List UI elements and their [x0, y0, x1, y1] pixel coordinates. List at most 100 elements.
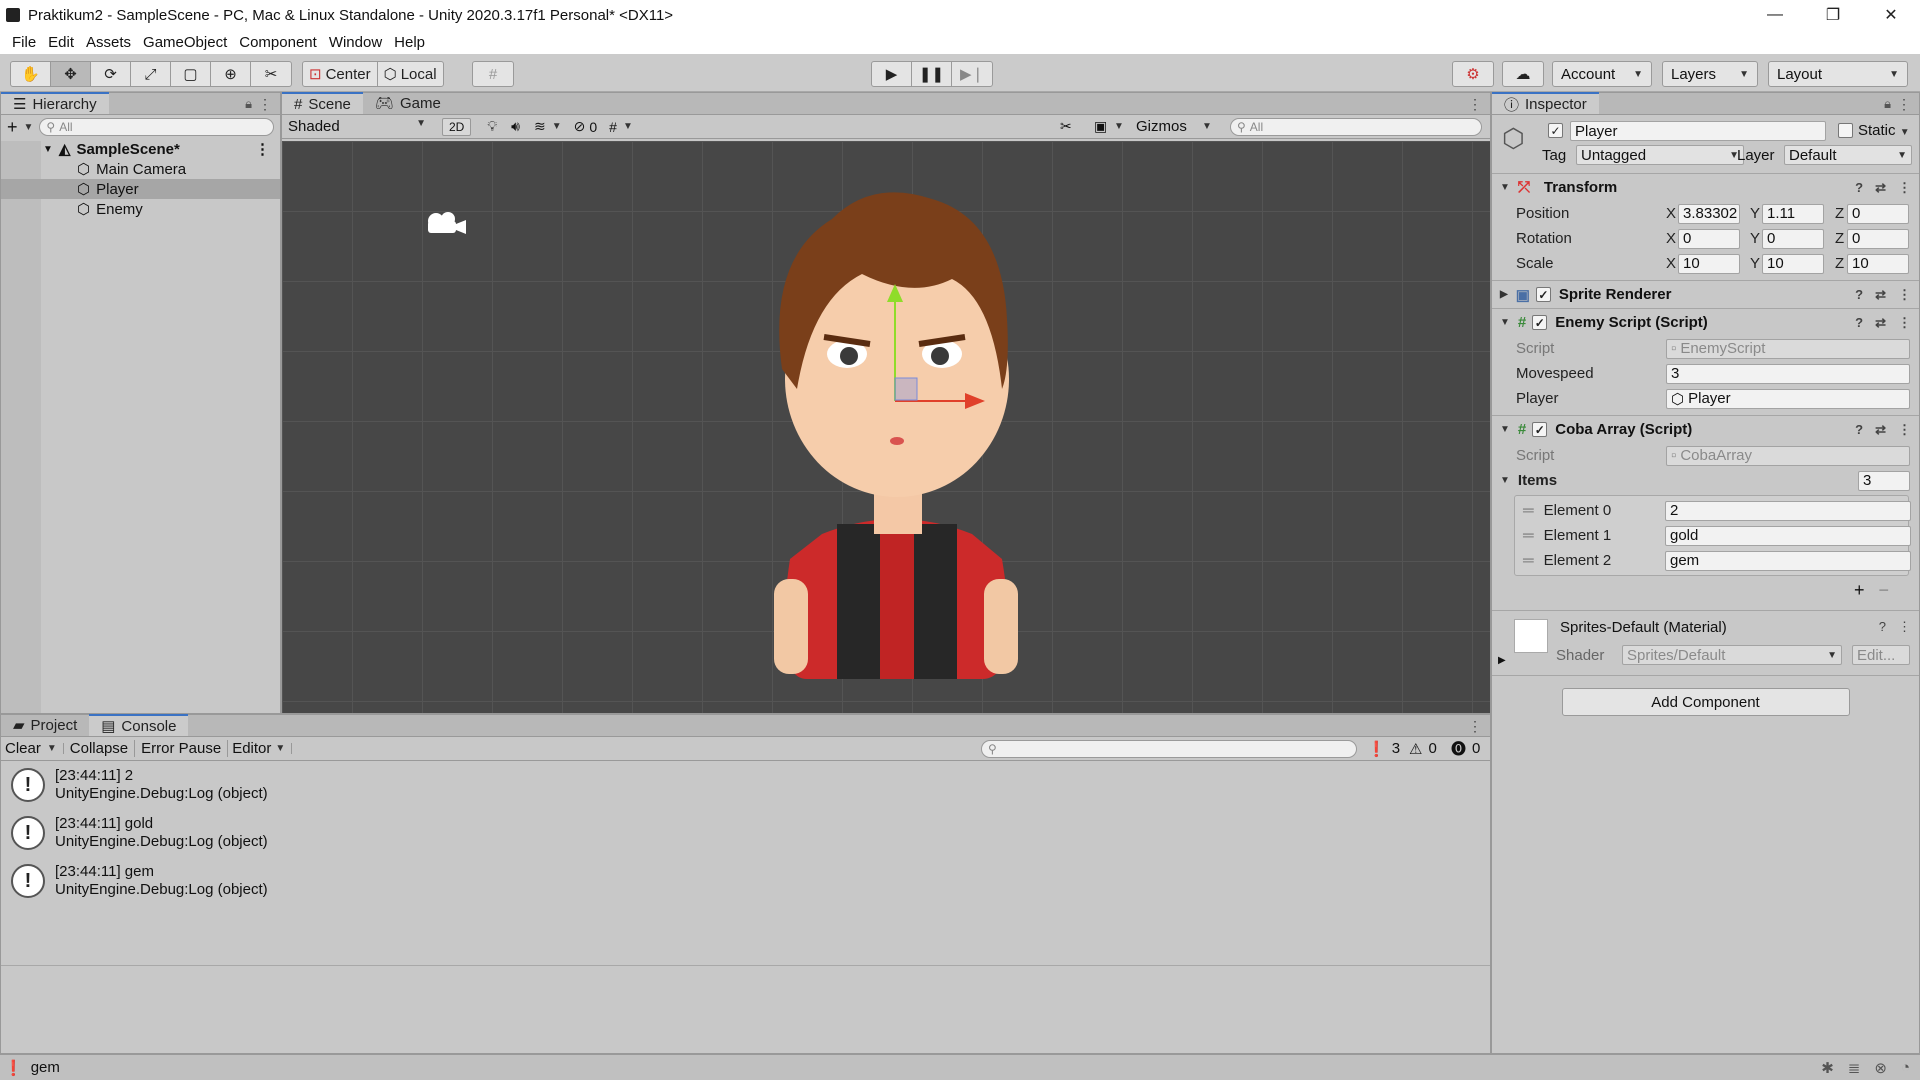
play-button[interactable]: ▶ — [872, 62, 912, 86]
enemy-script-enabled-checkbox[interactable]: ✓ — [1532, 315, 1548, 330]
coba-array-header[interactable]: ▼ # ✓ Coba Array (Script) ? ⇄ ⋮ — [1492, 415, 1919, 443]
expand-arrow-icon[interactable]: ▼ — [1500, 182, 1510, 193]
enemy-script-header[interactable]: ▼ # ✓ Enemy Script (Script) ? ⇄ ⋮ — [1492, 308, 1919, 336]
coba-array-enabled-checkbox[interactable]: ✓ — [1532, 422, 1548, 437]
kebab-menu-icon[interactable]: ⋮ — [1468, 96, 1482, 113]
chevron-down-icon[interactable]: ▼ — [623, 121, 633, 132]
clear-button[interactable]: Clear — [1, 740, 45, 757]
rotation-x-field[interactable]: 0 — [1678, 228, 1740, 249]
collapse-toggle[interactable]: Collapse — [64, 740, 136, 757]
hierarchy-scene-row[interactable]: ▼ ◭ SampleScene* ⋮ — [1, 139, 280, 159]
kebab-menu-icon[interactable]: ⋮ — [1897, 96, 1911, 113]
chevron-down-icon[interactable]: ▼ — [1114, 121, 1124, 132]
hierarchy-item-main-camera[interactable]: ⬡ Main Camera — [1, 159, 280, 179]
rect-tool-icon[interactable]: ▢ — [171, 62, 211, 86]
help-icon[interactable]: ? — [1879, 619, 1886, 635]
rotation-z-field[interactable]: 0 — [1847, 228, 1909, 249]
pause-button[interactable]: ❚❚ — [912, 62, 952, 86]
log-entry[interactable]: ! [23:44:11] gold UnityEngine.Debug:Log (… — [1, 809, 1490, 857]
kebab-menu-icon[interactable]: ⋮ — [1898, 315, 1911, 331]
tab-inspector[interactable]: ⓘ Inspector — [1492, 92, 1599, 114]
menu-edit[interactable]: Edit — [42, 34, 80, 51]
drag-handle-icon[interactable]: ═ — [1523, 552, 1534, 569]
move-tool-icon[interactable]: ✥ — [51, 62, 91, 86]
lock-icon[interactable]: 🔒︎ — [245, 96, 252, 112]
transform-header[interactable]: ▼ ⤱ Transform ? ⇄ ⋮ — [1492, 173, 1919, 201]
movespeed-field[interactable]: 3 — [1666, 363, 1910, 384]
menu-help[interactable]: Help — [388, 34, 431, 51]
tab-project[interactable]: ▰ Project — [1, 714, 89, 736]
camera-icon[interactable]: ▣ — [1094, 118, 1107, 135]
move-gizmo[interactable] — [867, 276, 997, 436]
help-icon[interactable]: ? — [1855, 422, 1863, 438]
kebab-menu-icon[interactable]: ⋮ — [1898, 422, 1911, 438]
console-search-input[interactable]: ⚲ — [981, 739, 1357, 758]
kebab-menu-icon[interactable]: ⋮ — [1468, 718, 1482, 735]
chevron-down-icon[interactable]: ▼ — [45, 743, 64, 754]
expand-arrow-icon[interactable]: ▼ — [43, 144, 53, 155]
static-dropdown[interactable]: Static ▼ — [1858, 122, 1910, 139]
static-checkbox[interactable] — [1838, 123, 1853, 138]
kebab-menu-icon[interactable]: ⋮ — [1898, 180, 1911, 196]
error-pause-toggle[interactable]: Error Pause — [135, 740, 229, 757]
menu-file[interactable]: File — [6, 34, 42, 51]
transform-tool-icon[interactable]: ⊕ — [211, 62, 251, 86]
layer-dropdown[interactable]: Default ▼ — [1784, 145, 1912, 165]
help-icon[interactable]: ? — [1855, 315, 1863, 331]
chevron-down-icon[interactable]: ▼ — [275, 743, 293, 754]
preset-icon[interactable]: ⇄ — [1875, 180, 1886, 196]
player-ref-field[interactable]: ⬡ Player — [1666, 388, 1910, 409]
console-detail-divider[interactable] — [1, 965, 1490, 966]
collapse-arrow-icon[interactable]: ▶ — [1500, 289, 1508, 300]
hierarchy-search-input[interactable]: ⚲ All — [39, 118, 274, 136]
gizmos-button[interactable]: Gizmos — [1136, 118, 1187, 135]
menu-gameobject[interactable]: GameObject — [137, 34, 233, 51]
network-icon[interactable]: ⊗ — [1874, 1059, 1887, 1077]
lighting-icon[interactable]: 💡︎ — [487, 118, 497, 135]
scale-y-field[interactable]: 10 — [1762, 253, 1824, 274]
grid-toggle-icon[interactable]: # — [609, 119, 617, 135]
menu-assets[interactable]: Assets — [80, 34, 137, 51]
preset-icon[interactable]: ⇄ — [1875, 422, 1886, 438]
log-entry[interactable]: ! [23:44:11] gem UnityEngine.Debug:Log (o… — [1, 857, 1490, 905]
hierarchy-item-enemy[interactable]: ⬡ Enemy — [1, 199, 280, 219]
hand-tool-icon[interactable]: ✋ — [11, 62, 51, 86]
pivot-center-button[interactable]: ⊡ Center — [303, 62, 378, 86]
scene-viewport[interactable] — [282, 141, 1490, 713]
layers-dropdown[interactable]: Layers ▼ — [1662, 61, 1758, 87]
kebab-menu-icon[interactable]: ⋮ — [1898, 287, 1911, 303]
tab-console[interactable]: ▤ Console — [89, 714, 189, 736]
expand-arrow-icon[interactable]: ▼ — [1500, 475, 1510, 486]
preset-icon[interactable]: ⇄ — [1875, 315, 1886, 331]
step-button[interactable]: ▶❘ — [952, 62, 992, 86]
log-filter-toggle[interactable]: ❗ 3 — [1367, 740, 1400, 758]
scene-search-input[interactable]: ⚲ All — [1230, 117, 1482, 136]
active-checkbox[interactable]: ✓ — [1548, 123, 1563, 138]
position-y-field[interactable]: 1.11 — [1762, 203, 1824, 224]
drag-handle-icon[interactable]: ═ — [1523, 502, 1534, 519]
chevron-down-icon[interactable]: ▼ — [1202, 121, 1212, 132]
layout-dropdown[interactable]: Layout ▼ — [1768, 61, 1908, 87]
chevron-down-icon[interactable]: ▼ — [24, 122, 34, 133]
pivot-local-button[interactable]: ⬡ Local — [378, 62, 443, 86]
log-entry[interactable]: ! [23:44:11] 2 UnityEngine.Debug:Log (obj… — [1, 761, 1490, 809]
menu-window[interactable]: Window — [323, 34, 388, 51]
camera-gizmo-icon[interactable] — [422, 207, 468, 239]
hierarchy-item-player[interactable]: ⬡ Player — [1, 179, 280, 199]
close-button[interactable]: ✕ — [1862, 0, 1920, 30]
scale-tool-icon[interactable]: ⤢ — [131, 62, 171, 86]
effects-icon[interactable]: ≋ — [534, 118, 546, 135]
stack-icon[interactable]: ≣ — [1848, 1059, 1861, 1077]
element-0-field[interactable]: 2 — [1665, 500, 1911, 521]
collapse-arrow-icon[interactable]: ▶ — [1498, 655, 1506, 666]
audio-icon[interactable]: 🔊︎ — [511, 118, 520, 135]
editor-dropdown[interactable]: Editor — [228, 740, 275, 757]
collab-icon[interactable]: ⚙ — [1453, 62, 1493, 86]
tab-scene[interactable]: # Scene — [282, 92, 363, 114]
toggle-2d-button[interactable]: 2D — [442, 117, 472, 136]
kebab-menu-icon[interactable]: ⋮ — [1898, 619, 1911, 635]
add-component-button[interactable]: Add Component — [1561, 688, 1850, 716]
items-row[interactable]: ▼ Items 3 — [1492, 468, 1919, 493]
sprite-renderer-enabled-checkbox[interactable]: ✓ — [1535, 287, 1551, 302]
hidden-objects-icon[interactable]: ⊘ — [574, 118, 586, 135]
